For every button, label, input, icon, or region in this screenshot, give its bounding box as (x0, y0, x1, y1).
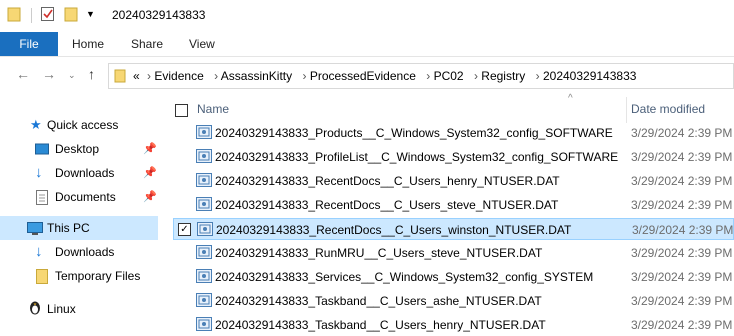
breadcrumb-evidence[interactable]: Evidence (154, 69, 203, 83)
sidebar-item-downloads[interactable]: ↓ Downloads 📌 (0, 161, 158, 185)
registry-file-icon (196, 293, 212, 310)
file-date-modified: 3/29/2024 2:39 PM (631, 294, 733, 308)
registry-file-icon (196, 317, 212, 334)
file-row[interactable]: 20240329143833_RunMRU__C_Users_steve_NTU… (173, 242, 734, 264)
forward-arrow-icon[interactable]: → (42, 66, 56, 82)
sort-ascending-icon: ^ (568, 93, 573, 104)
customize-dropdown-icon[interactable]: ▼ (86, 9, 95, 19)
file-name: 20240329143833_RecentDocs__C_Users_steve… (215, 198, 559, 212)
tab-file[interactable]: File (0, 32, 58, 56)
file-name: 20240329143833_RunMRU__C_Users_steve_NTU… (215, 246, 543, 260)
column-header: ^ Name Date modified (173, 93, 734, 123)
documents-icon (36, 189, 48, 213)
file-date-modified: 3/29/2024 2:39 PM (631, 174, 733, 188)
folder-icon (114, 69, 126, 86)
chevron-right-icon: › (426, 69, 431, 83)
sidebar-item-linux[interactable]: Linux (0, 297, 158, 321)
registry-file-icon (196, 149, 212, 166)
breadcrumb-current[interactable]: 20240329143833 (543, 69, 636, 83)
sidebar-item-this-pc[interactable]: This PC (0, 216, 158, 240)
chevron-right-icon: › (473, 69, 478, 83)
select-all-checkbox[interactable] (175, 104, 188, 117)
folder-icon (7, 6, 21, 25)
sidebar-item-downloads-pc[interactable]: ↓ Downloads (0, 240, 158, 264)
navigation-pane: ★ Quick access Desktop 📌 ↓ Downloads 📌 D… (0, 93, 158, 316)
sidebar-item-quick-access[interactable]: ★ Quick access (0, 113, 158, 137)
breadcrumb: « › Evidence › AssassinKitty › Processed… (133, 64, 636, 88)
file-row[interactable]: ✓ 20240329143833_RecentDocs__C_Users_wins… (173, 218, 734, 240)
registry-file-icon (197, 222, 213, 239)
file-name: 20240329143833_RecentDocs__C_Users_winst… (216, 223, 572, 237)
file-date-modified: 3/29/2024 2:39 PM (631, 318, 733, 332)
chevron-right-icon: › (214, 69, 219, 83)
chevron-right-icon: › (147, 69, 152, 83)
pin-icon[interactable]: 📌 (143, 161, 157, 185)
penguin-icon (29, 299, 41, 323)
new-folder-icon[interactable] (64, 6, 78, 25)
breadcrumb-pc02[interactable]: PC02 (434, 69, 464, 83)
address-bar[interactable]: « › Evidence › AssassinKitty › Processed… (108, 63, 734, 89)
download-arrow-icon: ↓ (35, 243, 43, 260)
file-name: 20240329143833_Products__C_Windows_Syste… (215, 126, 613, 140)
file-row[interactable]: 20240329143833_ProfileList__C_Windows_Sy… (173, 146, 734, 168)
pin-icon[interactable]: 📌 (143, 185, 157, 209)
registry-file-icon (196, 245, 212, 262)
file-row[interactable]: 20240329143833_Taskband__C_Users_henry_N… (173, 314, 734, 336)
file-row[interactable]: 20240329143833_RecentDocs__C_Users_steve… (173, 194, 734, 216)
file-name: 20240329143833_RecentDocs__C_Users_henry… (215, 174, 560, 188)
folder-icon (36, 268, 48, 292)
back-arrow-icon[interactable]: ← (16, 66, 30, 82)
sidebar-item-documents[interactable]: Documents 📌 (0, 185, 158, 209)
breadcrumb-overflow[interactable]: « (133, 69, 140, 83)
file-row[interactable]: 20240329143833_Services__C_Windows_Syste… (173, 266, 734, 288)
navigation-bar: ← → ⌄ ↑ « › Evidence › AssassinKitty › P… (0, 57, 734, 93)
download-arrow-icon: ↓ (35, 164, 43, 181)
file-date-modified: 3/29/2024 2:39 PM (631, 126, 733, 140)
tab-share[interactable]: Share (131, 32, 163, 56)
tab-home[interactable]: Home (72, 32, 104, 56)
registry-file-icon (196, 125, 212, 142)
file-date-modified: 3/29/2024 2:39 PM (632, 223, 734, 237)
file-date-modified: 3/29/2024 2:39 PM (631, 246, 733, 260)
sidebar-item-temporary-files[interactable]: Temporary Files (0, 264, 158, 288)
column-divider[interactable] (626, 97, 627, 123)
pin-icon[interactable]: 📌 (143, 137, 157, 161)
up-arrow-icon[interactable]: ↑ (88, 66, 95, 82)
breadcrumb-processedevidence[interactable]: ProcessedEvidence (310, 69, 416, 83)
star-icon: ★ (30, 117, 42, 132)
registry-file-icon (196, 197, 212, 214)
recent-locations-icon[interactable]: ⌄ (68, 70, 76, 81)
column-name[interactable]: Name (197, 102, 229, 116)
breadcrumb-assassinkitty[interactable]: AssassinKitty (221, 69, 292, 83)
chevron-right-icon: › (302, 69, 307, 83)
file-row[interactable]: 20240329143833_RecentDocs__C_Users_henry… (173, 170, 734, 192)
file-name: 20240329143833_Taskband__C_Users_ashe_NT… (215, 294, 542, 308)
toolbar-separator (31, 8, 32, 23)
sidebar-item-desktop[interactable]: Desktop 📌 (0, 137, 158, 161)
breadcrumb-registry[interactable]: Registry (481, 69, 525, 83)
title-bar: ▼ 20240329143833 (0, 0, 734, 32)
properties-check-icon[interactable] (40, 6, 56, 25)
registry-file-icon (196, 269, 212, 286)
file-name: 20240329143833_Taskband__C_Users_henry_N… (215, 318, 546, 332)
file-date-modified: 3/29/2024 2:39 PM (631, 198, 733, 212)
column-date-modified[interactable]: Date modified (631, 102, 705, 116)
registry-file-icon (196, 173, 212, 190)
file-name: 20240329143833_ProfileList__C_Windows_Sy… (215, 150, 619, 164)
window-title: 20240329143833 (112, 8, 206, 22)
row-checkbox[interactable]: ✓ (178, 223, 191, 236)
file-name: 20240329143833_Services__C_Windows_Syste… (215, 270, 594, 284)
file-row[interactable]: 20240329143833_Taskband__C_Users_ashe_NT… (173, 290, 734, 312)
ribbon: File Home Share View (0, 32, 734, 57)
file-row[interactable]: 20240329143833_Products__C_Windows_Syste… (173, 122, 734, 144)
chevron-right-icon: › (535, 69, 540, 83)
file-date-modified: 3/29/2024 2:39 PM (631, 150, 733, 164)
file-date-modified: 3/29/2024 2:39 PM (631, 270, 733, 284)
tab-view[interactable]: View (189, 32, 215, 56)
